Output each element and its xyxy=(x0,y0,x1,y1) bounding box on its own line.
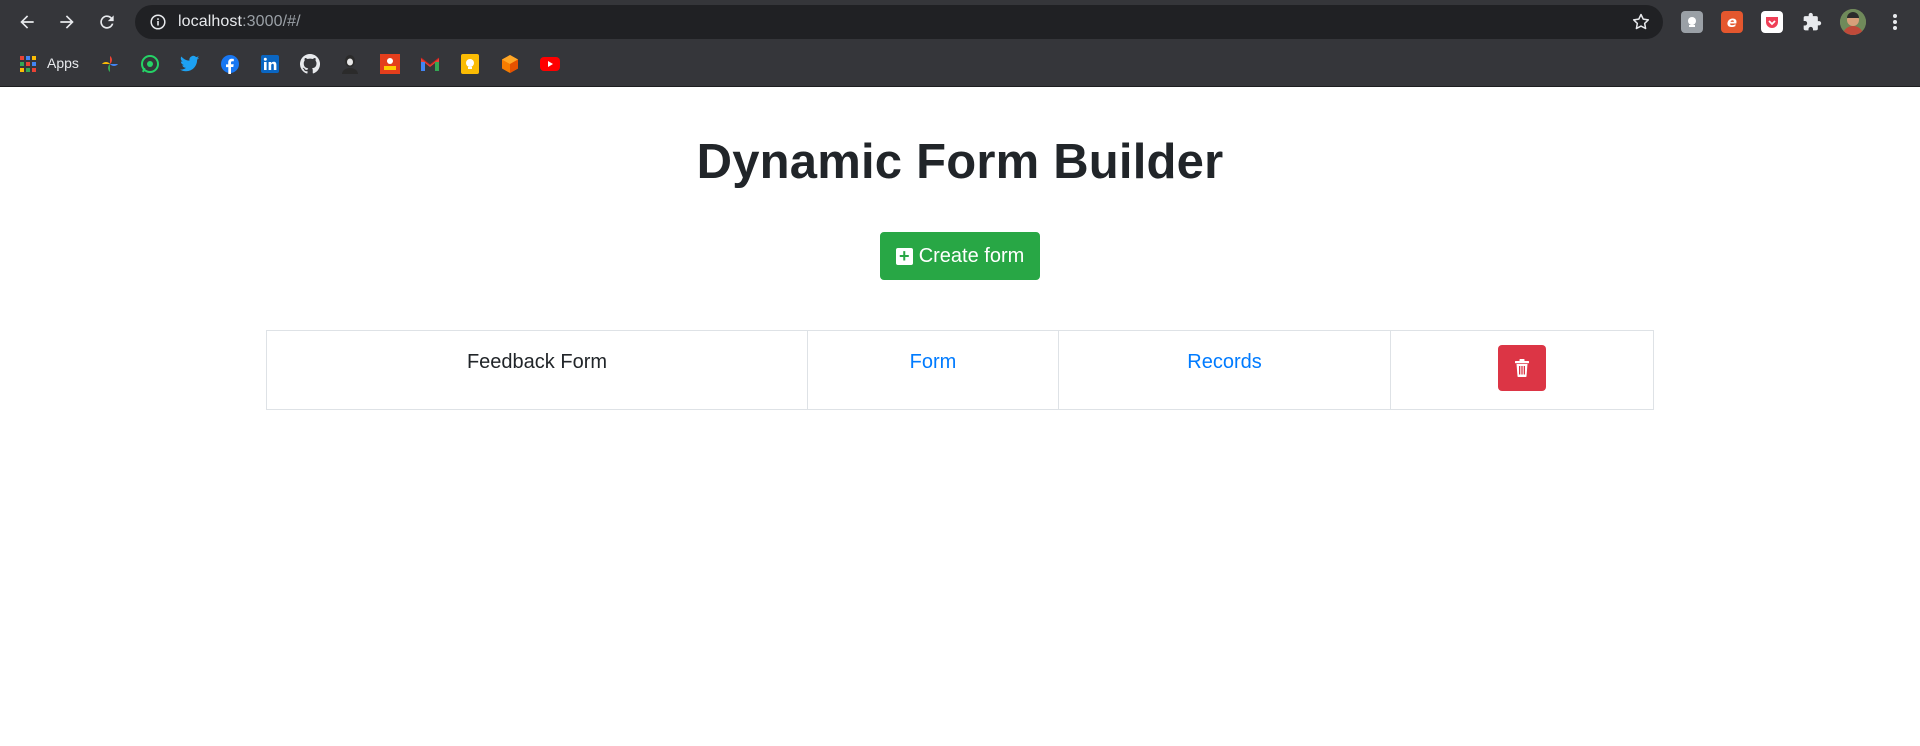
whatsapp-icon[interactable] xyxy=(139,53,161,75)
url-text[interactable]: localhost:3000/#/ xyxy=(178,5,301,39)
arrow-right-icon xyxy=(60,15,74,29)
forms-table: Feedback Form Form Records xyxy=(266,330,1654,410)
page-title: Dynamic Form Builder xyxy=(696,135,1224,189)
bookmark-red-icon[interactable] xyxy=(379,53,401,75)
trash-icon xyxy=(1515,359,1529,377)
kebab-menu-icon[interactable] xyxy=(1884,11,1906,33)
keep-icon[interactable] xyxy=(459,53,481,75)
back-button[interactable] xyxy=(13,8,41,36)
create-form-label: Create form xyxy=(918,244,1025,267)
facebook-icon[interactable] xyxy=(219,53,241,75)
profile-avatar[interactable] xyxy=(1840,9,1866,35)
records-link[interactable]: Records xyxy=(1187,351,1261,373)
create-form-button[interactable]: + Create form xyxy=(880,232,1040,280)
puzzle-extensions-icon[interactable] xyxy=(1801,11,1823,33)
pocket-icon[interactable] xyxy=(1761,11,1783,33)
address-bar[interactable]: localhost:3000/#/ xyxy=(135,5,1663,39)
url-host: localhost xyxy=(178,13,243,30)
youtube-icon[interactable] xyxy=(539,53,561,75)
bookmarks-bar: Apps xyxy=(0,44,1920,84)
screenshot-extension-icon[interactable] xyxy=(1681,11,1703,33)
plus-square-icon: + xyxy=(895,247,913,265)
bookmark-star-icon[interactable] xyxy=(1631,12,1651,32)
browser-toolbar: localhost:3000/#/ e xyxy=(0,0,1920,44)
apps-bookmark-label[interactable]: Apps xyxy=(47,44,79,84)
form-link[interactable]: Form xyxy=(910,351,957,373)
delete-button[interactable] xyxy=(1498,345,1546,391)
reload-icon xyxy=(100,15,114,29)
gmail-icon[interactable] xyxy=(419,53,441,75)
pinwheel-icon[interactable] xyxy=(99,53,121,75)
site-info-icon[interactable] xyxy=(149,13,167,31)
actions-cell xyxy=(1390,330,1654,410)
linkedin-icon[interactable] xyxy=(259,53,281,75)
browser-chrome: localhost:3000/#/ e Apps xyxy=(0,0,1920,87)
form-name-cell: Feedback Form xyxy=(266,330,808,410)
table-row: Feedback Form Form Records xyxy=(266,330,1654,410)
twitter-icon[interactable] xyxy=(179,53,201,75)
form-link-cell: Form xyxy=(807,330,1059,410)
reload-button[interactable] xyxy=(93,8,121,36)
profile-icon[interactable] xyxy=(339,53,361,75)
arrow-left-icon xyxy=(20,15,34,29)
edge-e-extension-icon[interactable]: e xyxy=(1721,11,1743,33)
forward-button[interactable] xyxy=(53,8,81,36)
records-link-cell: Records xyxy=(1058,330,1391,410)
cube-icon[interactable] xyxy=(499,53,521,75)
url-path: :3000/#/ xyxy=(242,13,301,30)
apps-grid-icon[interactable] xyxy=(17,53,39,75)
github-icon[interactable] xyxy=(299,53,321,75)
form-name: Feedback Form xyxy=(466,351,608,373)
